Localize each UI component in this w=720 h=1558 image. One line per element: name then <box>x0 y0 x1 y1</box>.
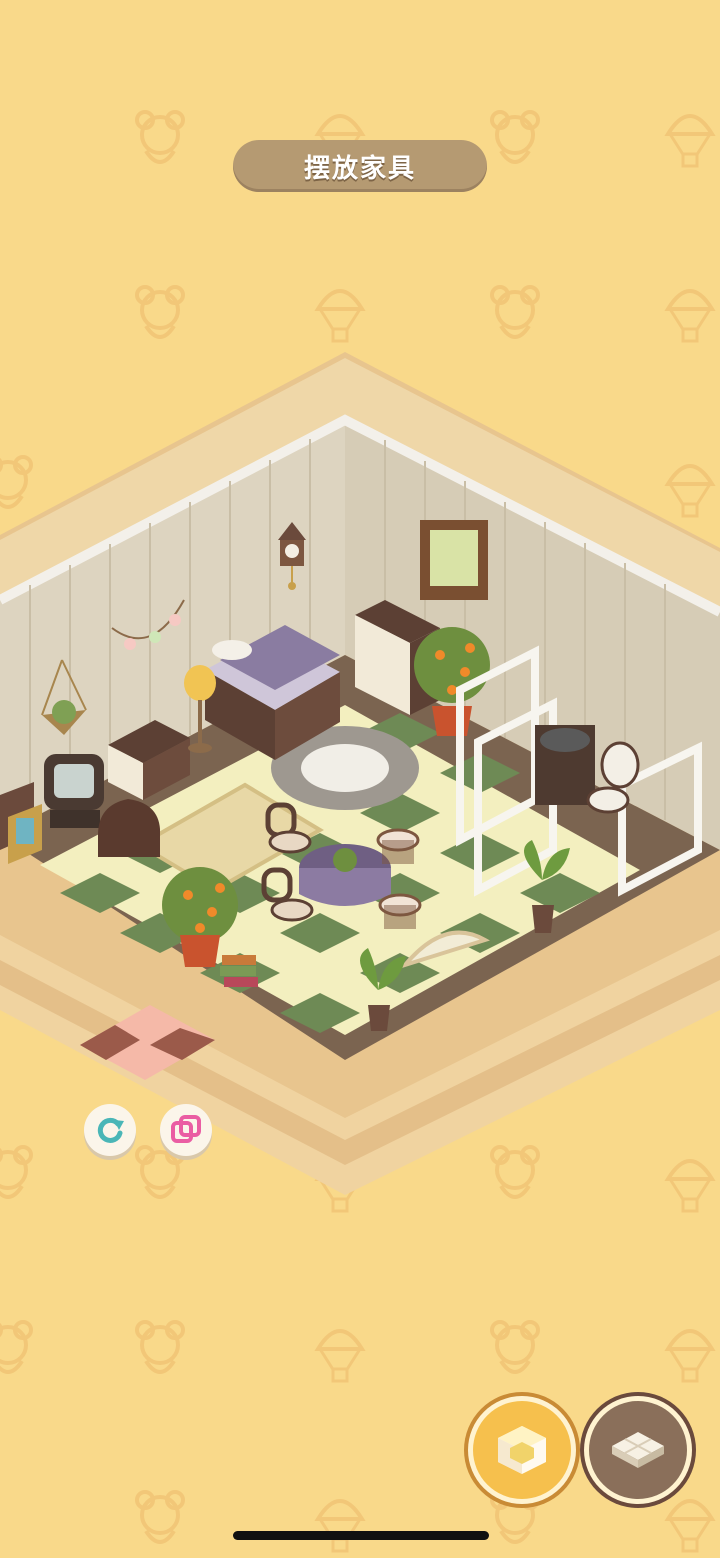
rotate-icon <box>97 1117 124 1143</box>
title-banner: 摆放家具 <box>233 140 487 192</box>
floor-tile-icon <box>612 1432 664 1468</box>
room-scene[interactable] <box>0 340 720 1220</box>
furniture-cube-icon <box>498 1426 546 1474</box>
stool-1[interactable] <box>376 828 420 864</box>
flip-icon <box>171 1115 201 1143</box>
tv[interactable] <box>44 754 104 828</box>
home-indicator <box>233 1531 489 1540</box>
stool-2[interactable] <box>378 893 422 929</box>
furniture-mode-button[interactable] <box>473 1401 571 1499</box>
dining-table[interactable] <box>299 844 391 906</box>
sink-cabinet[interactable] <box>535 725 595 805</box>
book-stack[interactable] <box>220 955 258 987</box>
floor-mode-button[interactable] <box>589 1401 687 1499</box>
rotate-button[interactable] <box>84 1104 136 1156</box>
page-title: 摆放家具 <box>303 153 416 184</box>
flip-button[interactable] <box>160 1104 212 1156</box>
